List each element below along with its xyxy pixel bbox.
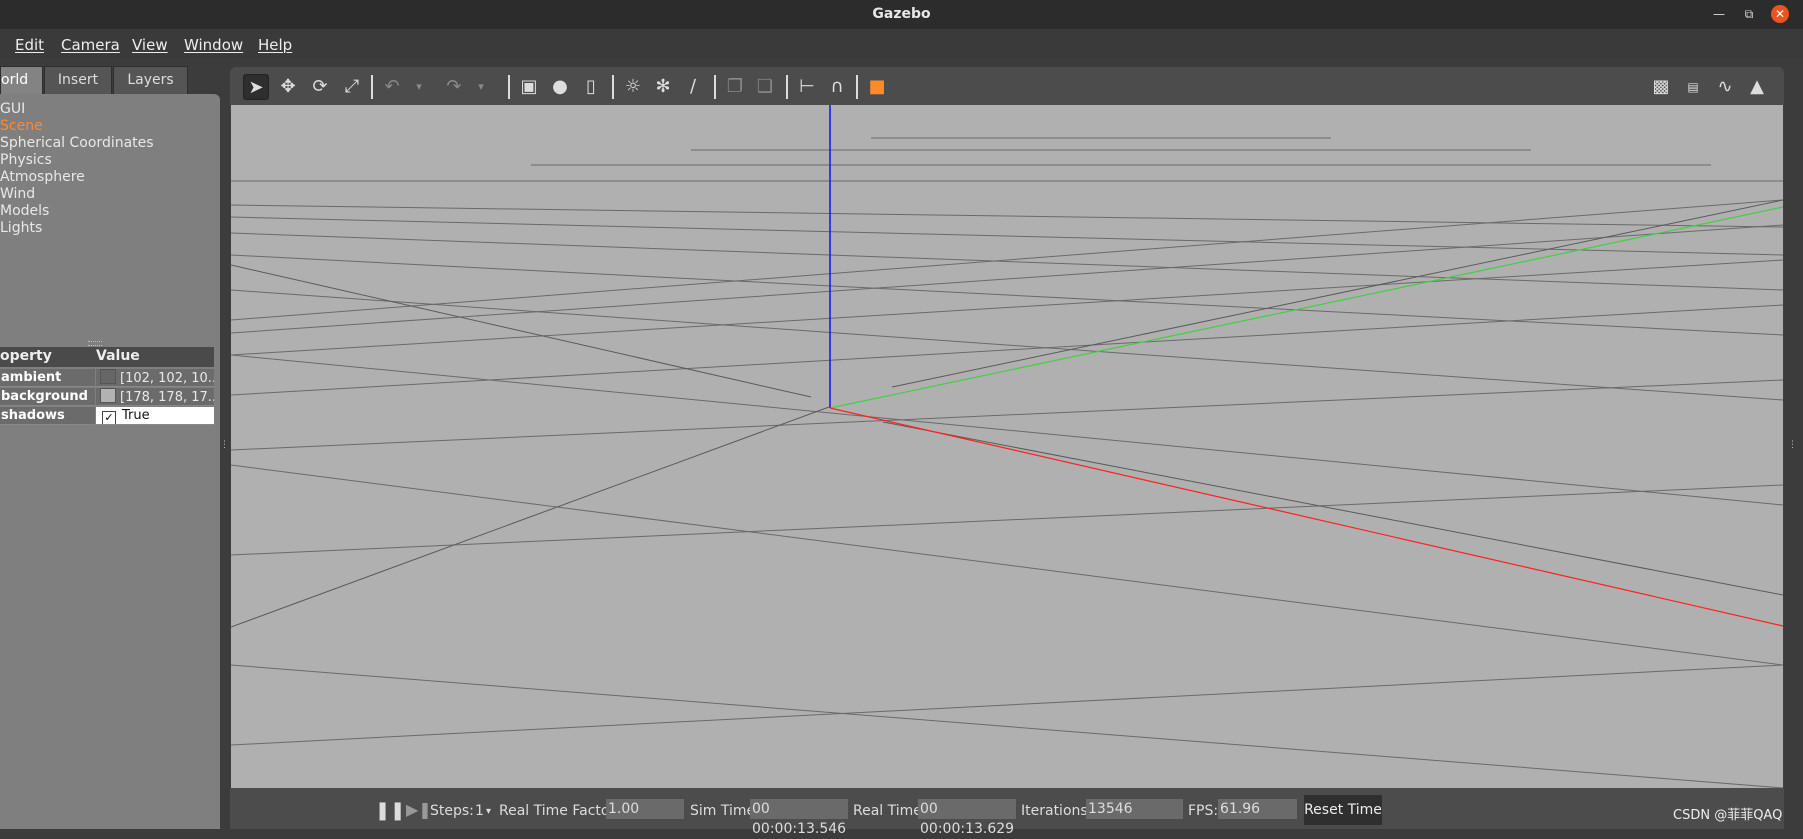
color-swatch bbox=[100, 369, 116, 384]
paste-icon[interactable]: ❏ bbox=[752, 74, 778, 100]
toolbar-separator bbox=[371, 75, 373, 99]
color-swatch bbox=[100, 388, 116, 403]
tree-item-spherical-coordinates[interactable]: Spherical Coordinates bbox=[0, 135, 154, 151]
close-icon[interactable]: ✕ bbox=[1771, 5, 1789, 23]
scene-viewport[interactable] bbox=[231, 105, 1783, 788]
step-icon[interactable]: ▶❚ bbox=[406, 800, 432, 819]
tree-item-scene[interactable]: Scene bbox=[0, 118, 43, 134]
plot-icon[interactable]: ∿ bbox=[1712, 74, 1738, 100]
redo-icon[interactable]: ↷ bbox=[441, 74, 467, 100]
snap-icon[interactable]: ∩ bbox=[824, 74, 850, 100]
menu-window[interactable]: Window bbox=[184, 36, 243, 54]
cylinder-shape-icon[interactable]: ▯ bbox=[578, 74, 604, 100]
property-name: shadows bbox=[0, 407, 95, 425]
directional-light-icon[interactable]: ∕ bbox=[680, 74, 706, 100]
property-name: ambient bbox=[0, 369, 95, 387]
title-bar: Gazebo — ⧉ ✕ bbox=[0, 0, 1803, 29]
log-icon[interactable]: ▤ bbox=[1680, 74, 1706, 100]
translate-mode-icon[interactable]: ✥ bbox=[275, 74, 301, 100]
tab-world[interactable]: orld bbox=[0, 66, 43, 94]
select-mode-icon[interactable]: ➤ bbox=[243, 74, 269, 100]
toolbar-separator bbox=[714, 75, 716, 99]
property-row-background[interactable]: background [178, 178, 17... bbox=[0, 388, 214, 406]
property-column-header: operty bbox=[0, 348, 52, 364]
iterations-label: Iterations: bbox=[1021, 803, 1093, 819]
right-panel-handle[interactable]: ⋮ bbox=[1788, 440, 1797, 450]
ground-grid bbox=[231, 105, 1783, 788]
shadows-value: True bbox=[122, 408, 150, 423]
property-value[interactable]: [178, 178, 17... bbox=[96, 388, 214, 406]
property-table-header: operty Value bbox=[0, 347, 214, 367]
tree-item-wind[interactable]: Wind bbox=[0, 186, 35, 202]
fps-field: 61.96 bbox=[1218, 799, 1297, 819]
menu-camera[interactable]: Camera bbox=[61, 36, 120, 54]
undo-history-icon[interactable]: ▾ bbox=[406, 74, 432, 100]
shadows-checkbox[interactable]: ✓ bbox=[102, 411, 116, 424]
record-video-icon[interactable]: ▲ bbox=[1744, 74, 1770, 100]
copy-icon[interactable]: ❐ bbox=[722, 74, 748, 100]
panel-splitter[interactable]: ⋮ bbox=[220, 440, 229, 460]
tree-item-models[interactable]: Models bbox=[0, 203, 49, 219]
tree-item-atmosphere[interactable]: Atmosphere bbox=[0, 169, 85, 185]
tab-layers[interactable]: Layers bbox=[113, 66, 188, 94]
align-icon[interactable]: ⊢ bbox=[794, 74, 820, 100]
sim-time-field: 00 00:00:13.546 bbox=[750, 799, 848, 837]
scale-mode-icon[interactable]: ⤢ bbox=[339, 74, 365, 100]
toolbar-separator bbox=[612, 75, 614, 99]
tree-item-physics[interactable]: Physics bbox=[0, 152, 52, 168]
tree-item-lights[interactable]: Lights bbox=[0, 220, 42, 236]
iterations-field: 13546 bbox=[1086, 799, 1183, 819]
steps-value[interactable]: 1 bbox=[475, 803, 484, 819]
restore-icon[interactable]: ⧉ bbox=[1740, 5, 1758, 23]
sphere-shape-icon[interactable]: ● bbox=[547, 74, 573, 100]
background-value: [178, 178, 17... bbox=[120, 390, 214, 405]
property-value[interactable]: ✓ True bbox=[96, 407, 214, 425]
view-angle-icon[interactable]: ■ bbox=[864, 74, 890, 100]
property-row-ambient[interactable]: ambient [102, 102, 10... bbox=[0, 369, 214, 387]
window-title: Gazebo bbox=[872, 6, 931, 22]
menu-edit[interactable]: Edit bbox=[15, 36, 44, 54]
reset-time-button[interactable]: Reset Time bbox=[1304, 795, 1382, 825]
spot-light-icon[interactable]: ✻ bbox=[650, 74, 676, 100]
screenshot-icon[interactable]: ▩ bbox=[1648, 74, 1674, 100]
steps-label: Steps: bbox=[430, 803, 474, 819]
box-shape-icon[interactable]: ▣ bbox=[516, 74, 542, 100]
property-name: background bbox=[0, 388, 95, 406]
fps-label: FPS: bbox=[1188, 803, 1219, 819]
ambient-value: [102, 102, 10... bbox=[120, 371, 214, 386]
real-time-field: 00 00:00:13.629 bbox=[918, 799, 1016, 837]
toolbar: ➤ ✥ ⟳ ⤢ ↶ ▾ ↷ ▾ ▣ ● ▯ ☼ ✻ ∕ ❐ ❏ ⊢ ∩ ■ ▩ … bbox=[230, 67, 1784, 105]
property-row-shadows[interactable]: shadows ✓ True bbox=[0, 407, 214, 425]
undo-icon[interactable]: ↶ bbox=[379, 74, 405, 100]
property-value[interactable]: [102, 102, 10... bbox=[96, 369, 214, 387]
toolbar-separator bbox=[508, 75, 510, 99]
minimize-icon[interactable]: — bbox=[1710, 5, 1728, 23]
point-light-icon[interactable]: ☼ bbox=[620, 74, 646, 100]
menu-view[interactable]: View bbox=[132, 36, 168, 54]
tab-insert[interactable]: Insert bbox=[44, 66, 112, 94]
tree-item-gui[interactable]: GUI bbox=[0, 101, 25, 117]
real-time-label: Real Time: bbox=[853, 803, 927, 819]
pause-icon[interactable]: ❚❚ bbox=[375, 800, 405, 821]
chevron-down-icon[interactable]: ▾ bbox=[486, 806, 491, 817]
value-column-header: Value bbox=[96, 348, 140, 364]
toolbar-separator bbox=[786, 75, 788, 99]
status-bar: ❚❚ ▶❚ Steps: 1 ▾ Real Time Factor: 1.00 … bbox=[230, 788, 1784, 837]
menu-help[interactable]: Help bbox=[258, 36, 292, 54]
rotate-mode-icon[interactable]: ⟳ bbox=[307, 74, 333, 100]
watermark: CSDN @菲菲QAQ bbox=[1673, 808, 1783, 823]
real-time-factor-label: Real Time Factor: bbox=[499, 803, 620, 819]
menu-bar: Edit Camera View Window Help bbox=[0, 29, 1803, 59]
redo-history-icon[interactable]: ▾ bbox=[468, 74, 494, 100]
real-time-factor-field: 1.00 bbox=[606, 799, 684, 819]
splitter-handle[interactable] bbox=[88, 341, 102, 346]
toolbar-separator bbox=[856, 75, 858, 99]
